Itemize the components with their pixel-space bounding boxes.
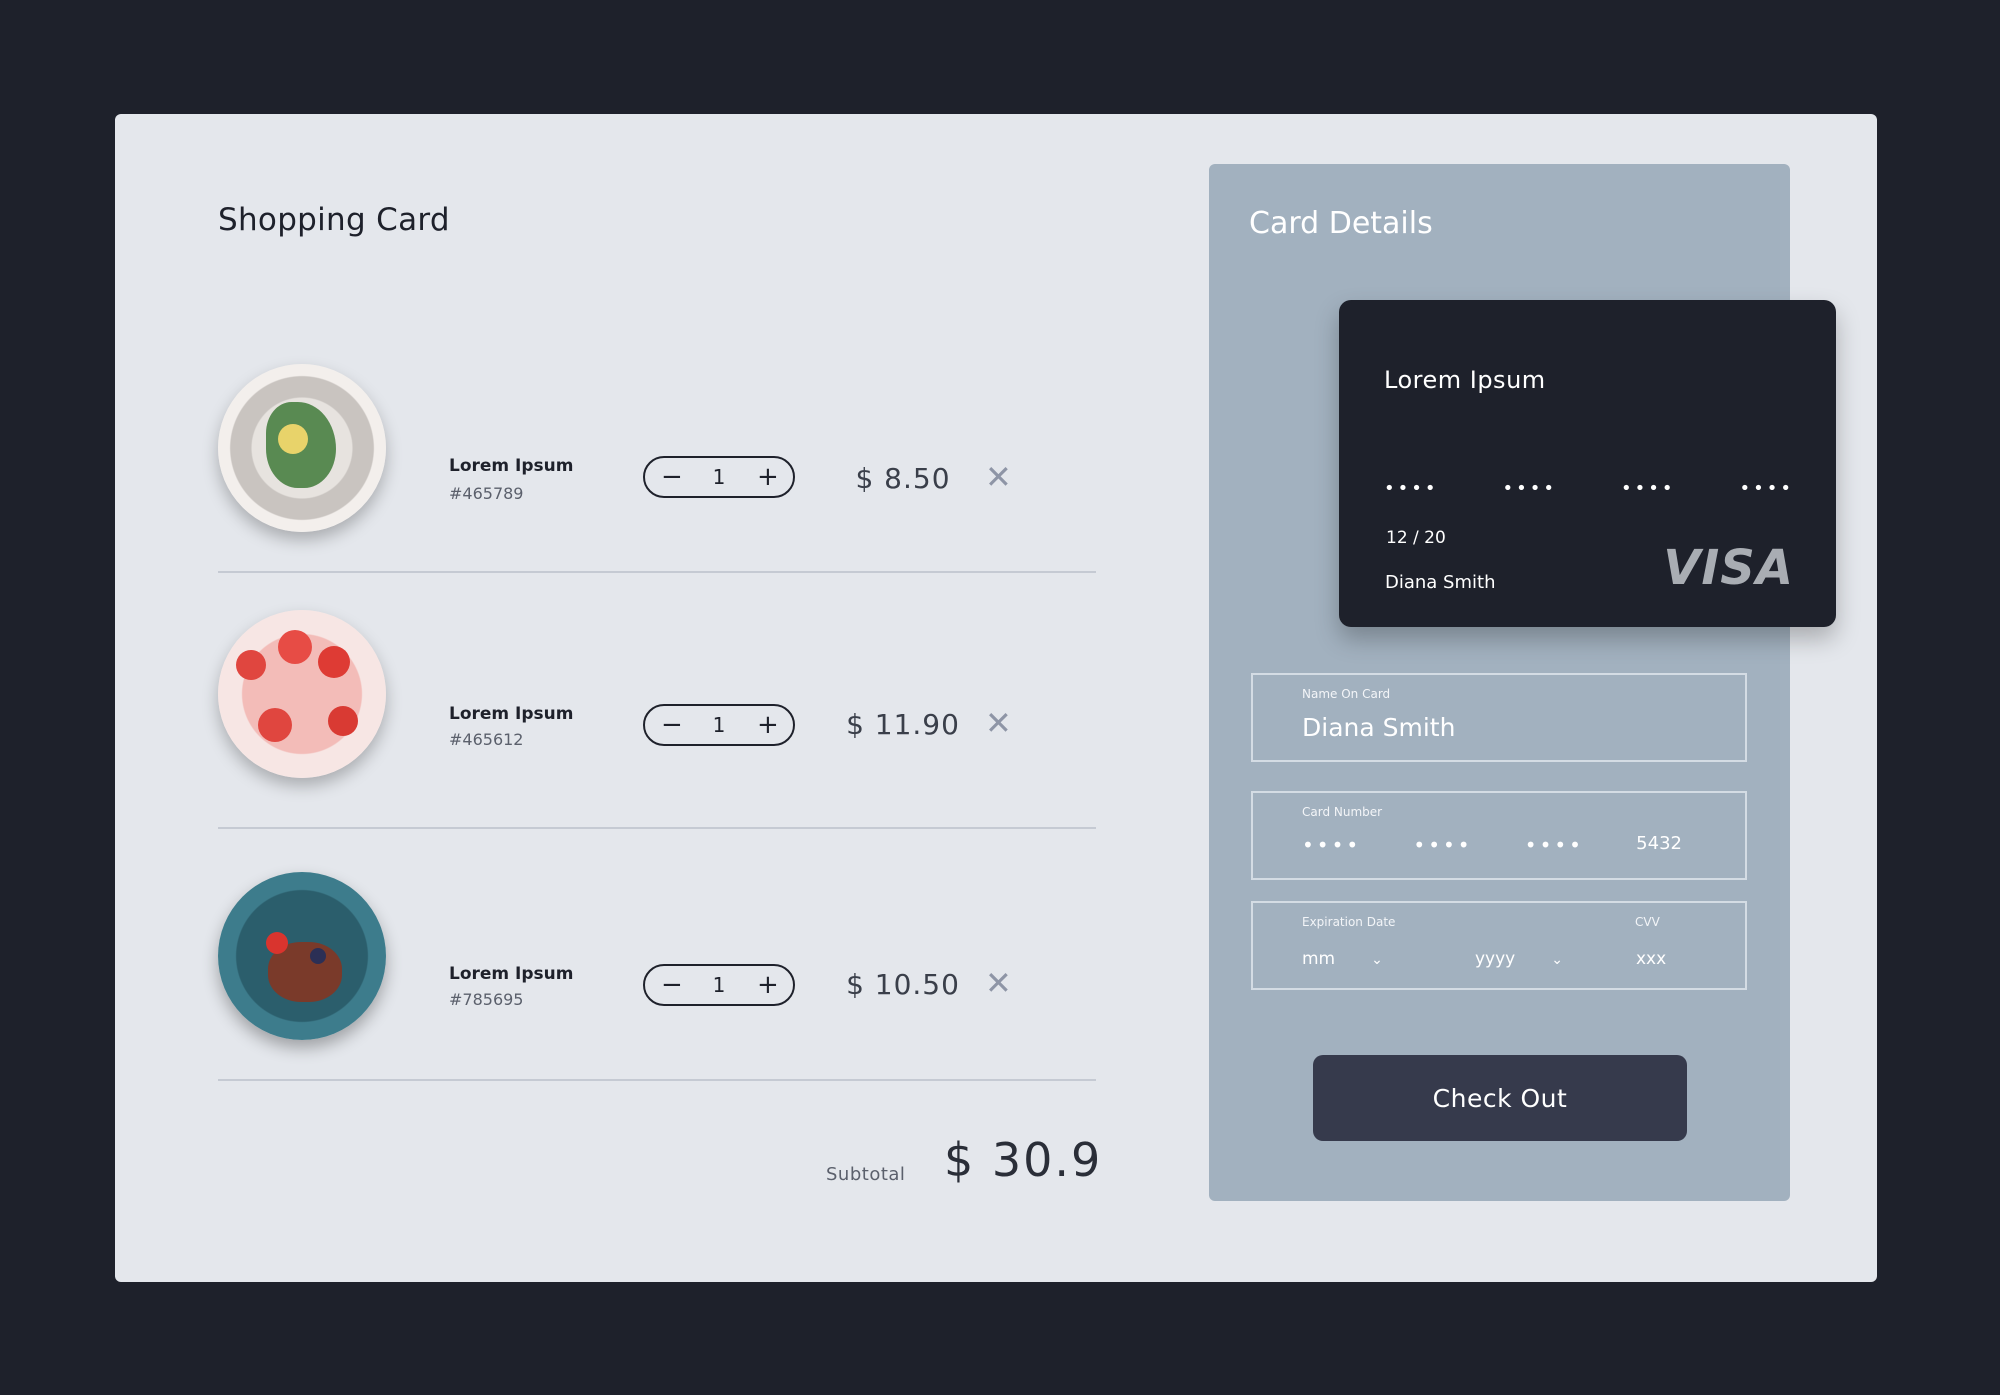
card-expiry: 12 / 20 <box>1386 528 1446 548</box>
year-value: yyyy <box>1475 949 1516 969</box>
card-number-group: •••• <box>1739 478 1794 499</box>
increase-button[interactable]: + <box>757 972 779 998</box>
item-price: $ 11.90 <box>846 708 960 741</box>
item-price: $ 8.50 <box>855 462 951 495</box>
quantity-stepper: − 1 + <box>643 456 795 498</box>
item-name: Lorem Ipsum <box>449 456 574 476</box>
credit-card-preview: Lorem Ipsum •••• •••• •••• •••• 12 / 20 … <box>1339 300 1836 627</box>
item-name: Lorem Ipsum <box>449 964 574 984</box>
field-label: Name On Card <box>1302 687 1391 701</box>
card-number-masked: •••• •••• •••• •••• <box>1384 478 1794 499</box>
item-image <box>218 610 386 778</box>
quantity-stepper: − 1 + <box>643 964 795 1006</box>
divider <box>218 827 1096 829</box>
item-name: Lorem Ipsum <box>449 704 574 724</box>
subtotal-value: $ 30.9 <box>944 1133 1103 1187</box>
quantity-value: 1 <box>712 973 726 997</box>
month-value: mm <box>1302 949 1336 969</box>
cvv-label: CVV <box>1635 915 1660 929</box>
card-number-group: •••• <box>1621 478 1676 499</box>
item-price: $ 10.50 <box>846 968 960 1001</box>
visa-logo: VISA <box>1663 540 1794 596</box>
cart-title: Shopping Card <box>218 202 450 238</box>
remove-item-button[interactable]: ✕ <box>985 964 1012 1002</box>
chevron-down-icon: ⌄ <box>1551 952 1563 968</box>
checkout-button[interactable]: Check Out <box>1313 1055 1687 1141</box>
card-number-group: •••• <box>1524 833 1584 857</box>
month-select[interactable]: mm ⌄ <box>1302 949 1383 969</box>
field-label: Expiration Date <box>1302 915 1396 929</box>
card-details-title: Card Details <box>1249 206 1433 241</box>
expiration-field: Expiration Date CVV mm ⌄ yyyy ⌄ xxx <box>1251 901 1747 990</box>
increase-button[interactable]: + <box>757 712 779 738</box>
item-image <box>218 872 386 1040</box>
field-label: Card Number <box>1302 805 1383 819</box>
year-select[interactable]: yyyy ⌄ <box>1475 949 1563 969</box>
item-image <box>218 364 386 532</box>
divider <box>218 1079 1096 1081</box>
subtotal-label: Subtotal <box>826 1164 906 1185</box>
cart-item: Lorem Ipsum #785695 − 1 + $ 10.50 ✕ <box>218 872 1096 1072</box>
cvv-input[interactable]: xxx <box>1636 949 1666 969</box>
card-number-group: •••• <box>1502 478 1557 499</box>
remove-item-button[interactable]: ✕ <box>985 458 1012 496</box>
chevron-down-icon: ⌄ <box>1371 952 1383 968</box>
cart-item: Lorem Ipsum #465789 − 1 + $ 8.50 ✕ <box>218 358 1096 558</box>
card-name: Lorem Ipsum <box>1384 366 1546 394</box>
item-sku: #465789 <box>449 484 524 503</box>
quantity-value: 1 <box>712 713 726 737</box>
quantity-stepper: − 1 + <box>643 704 795 746</box>
card-number-field[interactable]: Card Number •••• •••• •••• 5432 <box>1251 791 1747 880</box>
remove-item-button[interactable]: ✕ <box>985 704 1012 742</box>
decrease-button[interactable]: − <box>661 972 683 998</box>
card-number-group: •••• <box>1384 478 1439 499</box>
cart-item: Lorem Ipsum #465612 − 1 + $ 11.90 ✕ <box>218 610 1096 810</box>
decrease-button[interactable]: − <box>661 712 683 738</box>
card-number-group: •••• <box>1413 833 1473 857</box>
card-number-group: •••• <box>1302 833 1362 857</box>
increase-button[interactable]: + <box>757 464 779 490</box>
name-on-card-field[interactable]: Name On Card Diana Smith <box>1251 673 1747 762</box>
card-holder: Diana Smith <box>1385 572 1496 593</box>
quantity-value: 1 <box>712 465 726 489</box>
name-on-card-value[interactable]: Diana Smith <box>1302 713 1455 742</box>
item-sku: #785695 <box>449 990 524 1009</box>
divider <box>218 571 1096 573</box>
decrease-button[interactable]: − <box>661 464 683 490</box>
card-number-value[interactable]: •••• •••• •••• 5432 <box>1302 833 1682 857</box>
item-sku: #465612 <box>449 730 524 749</box>
card-number-last4: 5432 <box>1636 833 1682 854</box>
